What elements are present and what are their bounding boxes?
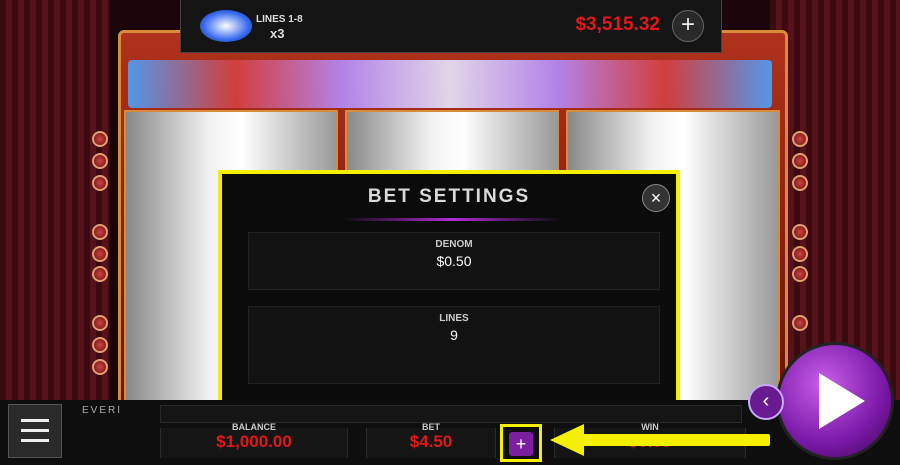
spin-play-icon bbox=[819, 373, 865, 429]
arrow-head-icon bbox=[550, 424, 584, 456]
arrow-pointer-icon bbox=[580, 434, 770, 446]
bet-label: BET bbox=[422, 422, 440, 432]
title-underline bbox=[342, 218, 562, 221]
payline-marker bbox=[92, 359, 108, 375]
payline-marker bbox=[92, 246, 108, 262]
denom-label: DENOM bbox=[435, 239, 473, 250]
back-chevron-icon[interactable]: ‹ bbox=[748, 384, 784, 420]
payline-marker bbox=[792, 246, 808, 262]
denom-field[interactable]: DENOM $0.50 bbox=[248, 232, 660, 290]
lines-label: LINES 1-8 bbox=[256, 14, 303, 25]
menu-icon-line bbox=[21, 429, 49, 432]
plus-icon: + bbox=[509, 432, 533, 456]
spin-button[interactable] bbox=[776, 342, 894, 460]
denom-value: $0.50 bbox=[436, 253, 472, 269]
bet-value: $4.50 bbox=[409, 432, 453, 451]
payline-marker bbox=[92, 315, 108, 331]
balance-label: BALANCE bbox=[232, 422, 276, 432]
payline-marker bbox=[92, 175, 108, 191]
bet-settings-dialog: BET SETTINGS × DENOM $0.50 LINES 9 bbox=[218, 170, 680, 408]
brand-logo: EVERI bbox=[82, 405, 123, 416]
payline-marker bbox=[92, 153, 108, 169]
payline-marker bbox=[792, 224, 808, 240]
lines-setting-value: 9 bbox=[450, 327, 458, 343]
multiplier-label: x3 bbox=[270, 26, 285, 41]
bet-increase-button[interactable]: + bbox=[500, 424, 542, 462]
payline-marker bbox=[792, 153, 808, 169]
payline-marker bbox=[792, 315, 808, 331]
balance-display: BALANCE $1,000.00 bbox=[160, 422, 348, 458]
gem-strip-decoration bbox=[128, 60, 772, 108]
payline-marker bbox=[92, 337, 108, 353]
plus-icon[interactable]: + bbox=[672, 10, 704, 42]
payline-marker bbox=[792, 266, 808, 282]
lines-field[interactable]: LINES 9 bbox=[248, 306, 660, 384]
background-right bbox=[770, 0, 900, 400]
lines-setting-label: LINES bbox=[439, 313, 469, 324]
payline-marker bbox=[792, 175, 808, 191]
payline-marker bbox=[92, 131, 108, 147]
bet-display: BET $4.50 bbox=[366, 422, 496, 458]
close-icon[interactable]: × bbox=[642, 184, 670, 212]
menu-icon-line bbox=[21, 439, 49, 442]
menu-icon bbox=[21, 419, 49, 422]
payline-marker bbox=[92, 266, 108, 282]
balance-value: $1,000.00 bbox=[216, 432, 292, 451]
dialog-title: BET SETTINGS bbox=[367, 186, 531, 207]
game-logo bbox=[200, 10, 252, 42]
payline-marker bbox=[92, 224, 108, 240]
menu-button[interactable] bbox=[8, 404, 62, 458]
payline-marker bbox=[792, 131, 808, 147]
message-strip bbox=[160, 405, 742, 423]
jackpot-amount: $3,515.32 bbox=[575, 14, 660, 35]
